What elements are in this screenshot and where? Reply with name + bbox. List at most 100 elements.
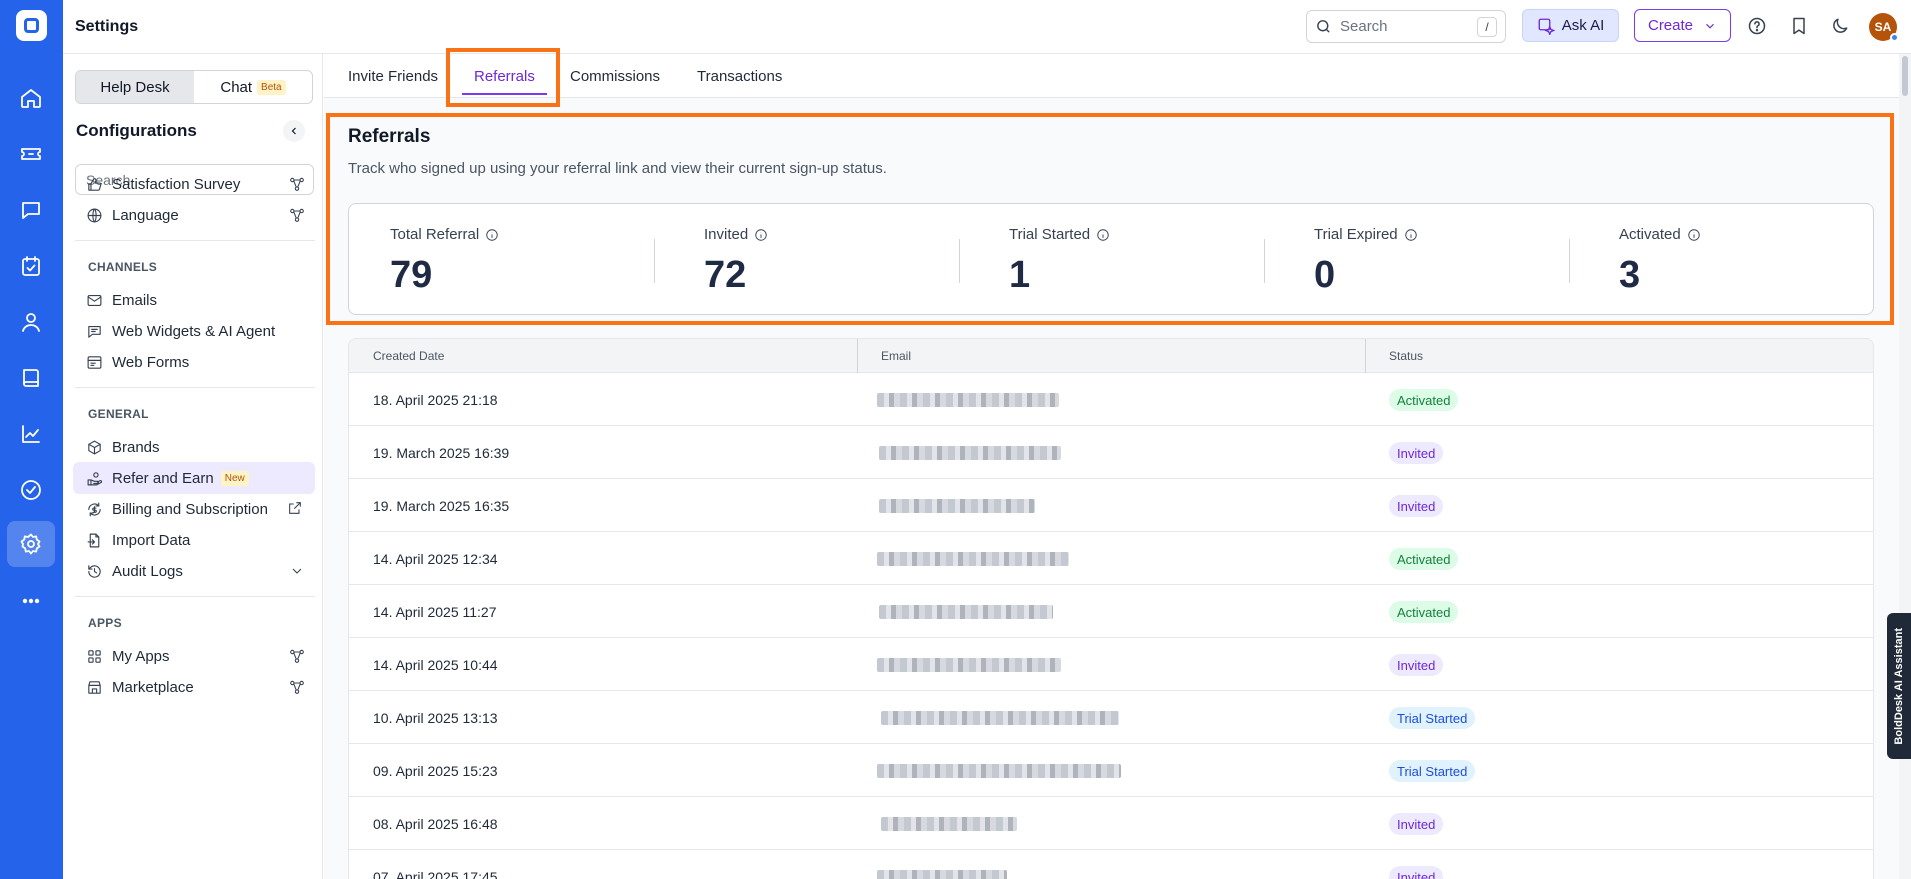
ai-assistant-label: BoldDesk AI Assistant xyxy=(1893,627,1905,745)
integration-node-icon xyxy=(289,648,305,664)
column-divider[interactable] xyxy=(1365,339,1366,373)
sidebar-item-my-apps[interactable]: My Apps xyxy=(73,640,315,672)
bookmark-icon[interactable] xyxy=(1787,14,1811,38)
global-search-input[interactable]: Search / xyxy=(1306,10,1506,43)
sidebar-divider xyxy=(75,387,315,388)
sidebar-item-emails[interactable]: Emails xyxy=(73,284,315,316)
form-icon xyxy=(85,353,103,371)
online-status-dot xyxy=(1890,33,1899,42)
status-badge: Invited xyxy=(1389,442,1444,464)
settings-icon[interactable] xyxy=(7,521,55,567)
configurations-title: Configurations xyxy=(76,121,197,140)
bolddesk-logo[interactable] xyxy=(16,10,47,41)
email-cell-redacted xyxy=(879,446,1061,460)
chat-icon[interactable] xyxy=(7,187,55,233)
ai-assistant-tab[interactable]: BoldDesk AI Assistant xyxy=(1887,613,1911,759)
collapse-sidebar-button[interactable] xyxy=(283,120,305,142)
table-row[interactable]: 19. March 2025 16:39 Invited xyxy=(349,426,1873,479)
table-row[interactable]: 07. April 2025 17:45 Invited xyxy=(349,850,1873,879)
table-row[interactable]: 19. March 2025 16:35 Invited xyxy=(349,479,1873,532)
top-header: Settings Search / Ask AI Create SA xyxy=(63,0,1911,54)
column-header-status[interactable]: Status xyxy=(1389,339,1423,373)
mail-icon xyxy=(85,291,103,309)
store-icon xyxy=(85,678,103,696)
analytics-icon[interactable] xyxy=(7,411,55,457)
help-icon[interactable] xyxy=(1745,14,1769,38)
email-cell-redacted xyxy=(877,870,1007,879)
sidebar-item-web-widgets[interactable]: Web Widgets & AI Agent xyxy=(73,315,315,347)
segment-help-desk-label: Help Desk xyxy=(100,78,170,96)
status-badge: Invited xyxy=(1389,866,1444,879)
sidebar-item-satisfaction-survey[interactable]: Satisfaction Survey xyxy=(73,168,315,200)
referrals-table: Created Date Email Status 18. April 2025… xyxy=(348,338,1874,879)
create-button[interactable]: Create xyxy=(1634,9,1731,42)
highlight-box-referral-stats xyxy=(326,113,1894,325)
table-row[interactable]: 08. April 2025 16:48 Invited xyxy=(349,797,1873,850)
knowledge-book-icon[interactable] xyxy=(7,355,55,401)
sidebar-item-label: Audit Logs xyxy=(112,562,183,580)
sidebar-item-label: Refer and Earn xyxy=(112,469,214,487)
highlight-box-referrals-tab xyxy=(446,48,560,107)
segment-chat[interactable]: Chat Beta xyxy=(194,71,312,103)
tab-invite-friends[interactable]: Invite Friends xyxy=(348,54,438,98)
ticket-icon[interactable] xyxy=(7,131,55,177)
page-header-title: Settings xyxy=(75,18,139,35)
app-rail xyxy=(0,0,63,879)
product-switcher: Help Desk Chat Beta xyxy=(75,70,313,104)
email-cell-redacted xyxy=(877,393,1059,407)
created-date-cell: 14. April 2025 12:34 xyxy=(373,550,498,567)
settings-sidebar: Help Desk Chat Beta Configurations Search… xyxy=(63,54,323,879)
table-row[interactable]: 10. April 2025 13:13 Trial Started xyxy=(349,691,1873,744)
sidebar-item-language[interactable]: Language xyxy=(73,199,315,231)
task-icon[interactable] xyxy=(7,467,55,513)
tab-commissions[interactable]: Commissions xyxy=(570,54,660,98)
sidebar-item-billing[interactable]: Billing and Subscription xyxy=(73,493,315,525)
column-header-created-date[interactable]: Created Date xyxy=(373,339,444,373)
sidebar-item-audit-logs[interactable]: Audit Logs xyxy=(73,555,315,587)
sidebar-item-refer-and-earn[interactable]: Refer and Earn New xyxy=(73,462,315,494)
table-header: Created Date Email Status xyxy=(349,339,1873,373)
tab-transactions[interactable]: Transactions xyxy=(697,54,782,98)
home-icon[interactable] xyxy=(7,75,55,121)
table-row[interactable]: 09. April 2025 15:23 Trial Started xyxy=(349,744,1873,797)
status-badge: Invited xyxy=(1389,654,1444,676)
sidebar-item-marketplace[interactable]: Marketplace xyxy=(73,671,315,703)
created-date-cell: 08. April 2025 16:48 xyxy=(373,815,498,832)
email-cell-redacted xyxy=(881,817,1017,831)
app-root: Settings Search / Ask AI Create SA Help … xyxy=(0,0,1911,879)
table-row[interactable]: 14. April 2025 10:44 Invited xyxy=(349,638,1873,691)
segment-help-desk[interactable]: Help Desk xyxy=(76,71,194,103)
created-date-cell: 18. April 2025 21:18 xyxy=(373,391,498,408)
sidebar-item-brands[interactable]: Brands xyxy=(73,431,315,463)
integration-node-icon xyxy=(289,207,305,223)
apps-section-label: APPS xyxy=(88,616,122,630)
user-avatar[interactable]: SA xyxy=(1869,13,1899,42)
status-badge: Invited xyxy=(1389,813,1444,835)
email-cell-redacted xyxy=(879,605,1053,619)
email-cell-redacted xyxy=(879,499,1035,513)
status-badge: Activated xyxy=(1389,389,1459,411)
apps-grid-icon xyxy=(85,647,103,665)
global-search-placeholder: Search xyxy=(1340,18,1388,35)
sidebar-item-label: Brands xyxy=(112,438,160,456)
new-badge: New xyxy=(220,470,249,486)
table-row[interactable]: 18. April 2025 21:18 Activated xyxy=(349,373,1873,426)
sidebar-item-web-forms[interactable]: Web Forms xyxy=(73,346,315,378)
status-badge: Activated xyxy=(1389,548,1459,570)
scrollbar-thumb[interactable] xyxy=(1902,56,1908,96)
table-row[interactable]: 14. April 2025 11:27 Activated xyxy=(349,585,1873,638)
column-header-email[interactable]: Email xyxy=(881,339,911,373)
sidebar-item-label: Language xyxy=(112,206,179,224)
integration-node-icon xyxy=(289,679,305,695)
sidebar-item-import-data[interactable]: Import Data xyxy=(73,524,315,556)
dark-mode-moon-icon[interactable] xyxy=(1828,14,1852,38)
calendar-check-icon[interactable] xyxy=(7,243,55,289)
external-link-icon xyxy=(287,500,303,516)
create-label: Create xyxy=(1647,17,1694,34)
more-icon[interactable] xyxy=(7,578,55,624)
table-row[interactable]: 14. April 2025 12:34 Activated xyxy=(349,532,1873,585)
contact-icon[interactable] xyxy=(7,299,55,345)
column-divider[interactable] xyxy=(857,339,858,373)
ask-ai-button[interactable]: Ask AI xyxy=(1522,9,1619,42)
ai-sparkle-icon xyxy=(1538,18,1555,35)
